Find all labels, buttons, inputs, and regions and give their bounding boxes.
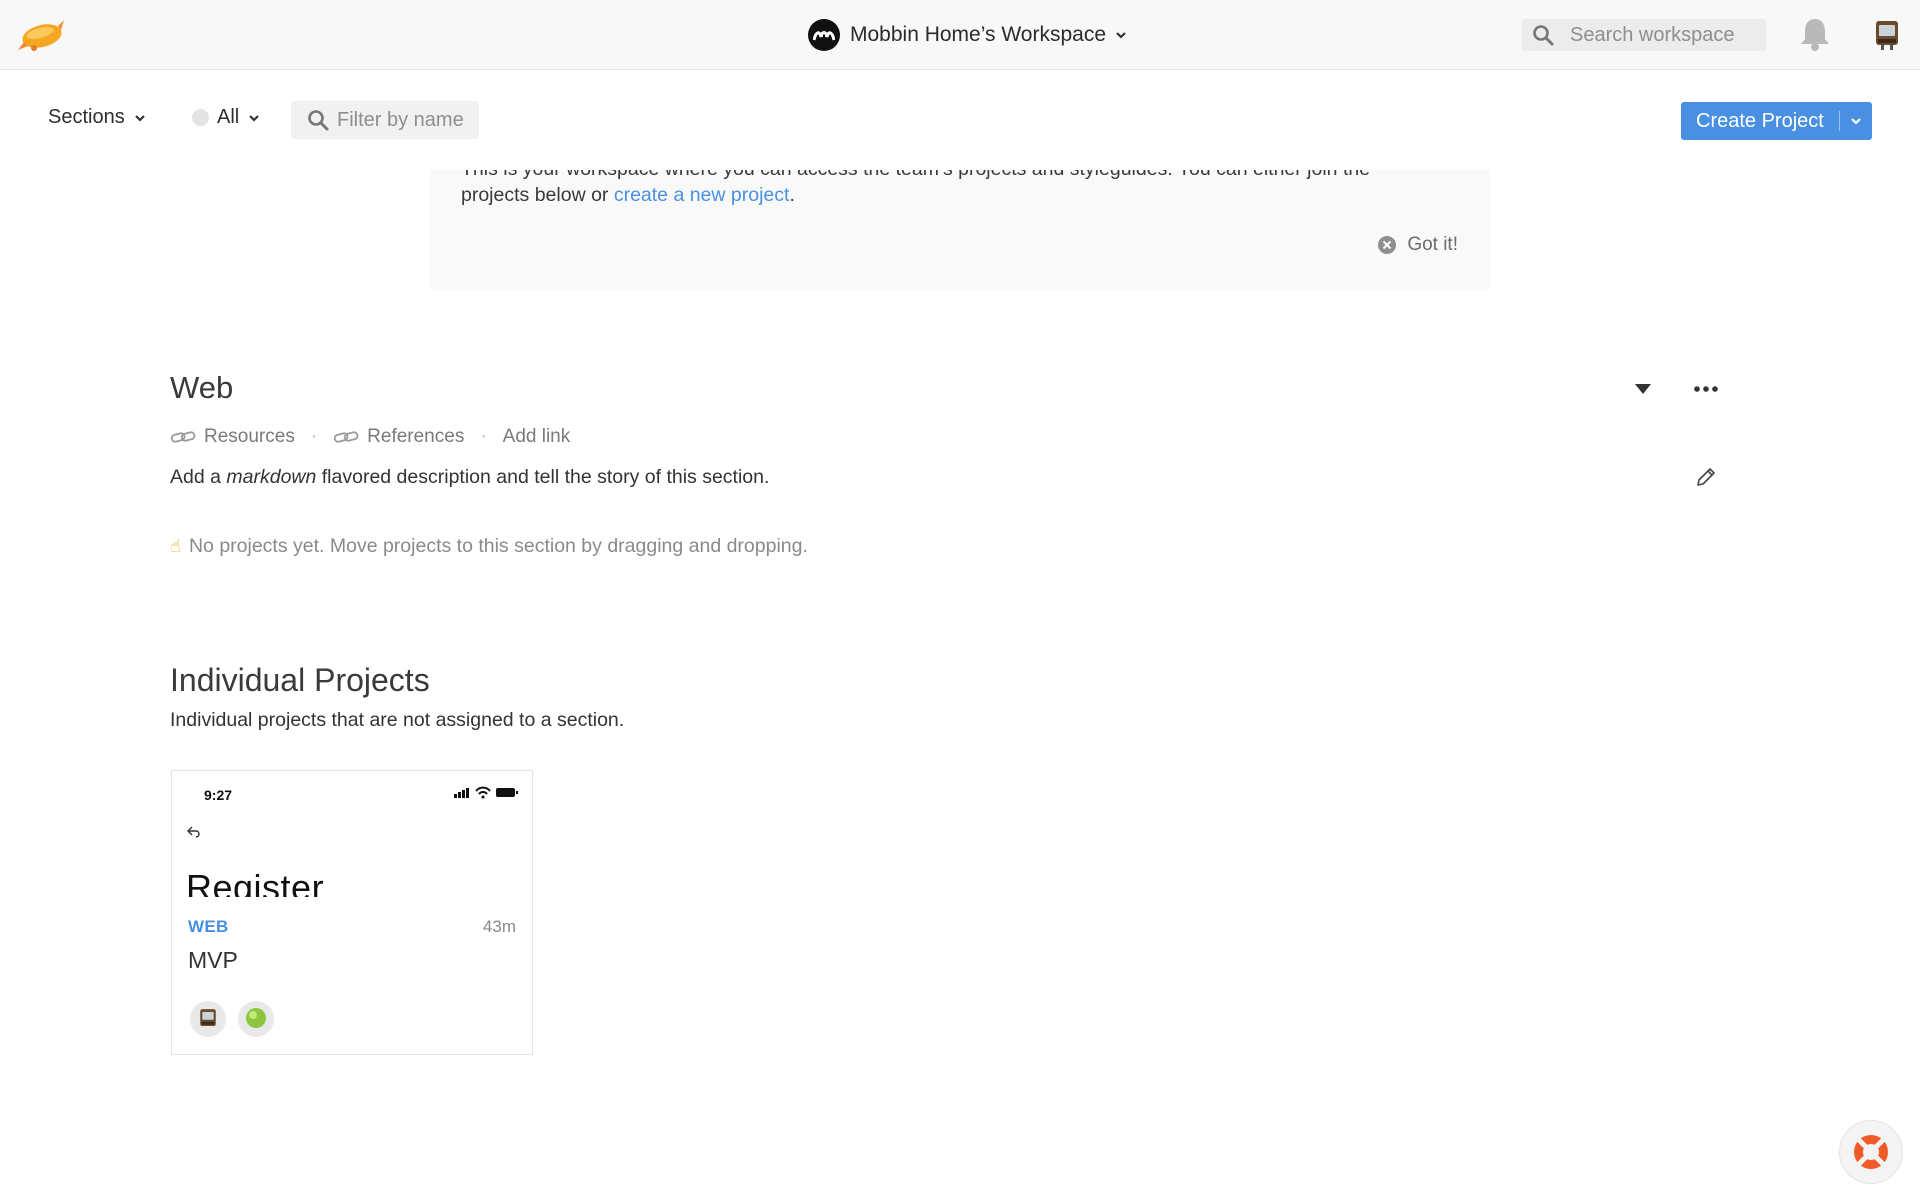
status-filter-label: All [217,106,240,128]
references-label: References [367,426,465,447]
member-avatar[interactable] [238,1001,274,1037]
desc-emphasis: markdown [226,466,317,488]
create-options-toggle[interactable] [1840,102,1872,140]
sections-label: Sections [48,106,125,128]
dismiss-banner-button[interactable]: Got it! [1377,234,1458,256]
desc-prefix: Add a [170,466,227,488]
help-button[interactable] [1839,1120,1903,1184]
top-bar: Mobbin Home’s Workspace [0,0,1920,70]
section-title-web[interactable]: Web [170,370,233,406]
user-avatar-icon[interactable] [1870,17,1904,53]
empty-note-text: No projects yet. Move projects to this s… [188,535,808,557]
desc-suffix: flavored description and tell the story … [316,466,770,488]
chevron-down-icon [134,114,145,122]
pencil-icon[interactable] [1694,465,1718,489]
individual-projects-description: Individual projects that are not assigne… [170,709,625,731]
member-avatar[interactable] [190,1001,226,1037]
thumbnail-time: 9:27 [204,787,233,803]
bell-icon[interactable] [1797,15,1833,53]
banner-line-2-suffix: . [789,184,795,206]
phone-status-icons [454,786,518,799]
link-icon [333,431,359,443]
search-input[interactable] [1570,23,1760,47]
project-platform-tag: WEB [188,917,229,936]
banner-line-2: projects below or create a new project. [461,182,1441,208]
empty-section-note: ☝ No projects yet. Move projects to this… [170,535,808,558]
banner-line-1: This is your workspace where you can acc… [461,170,1441,182]
zeplin-logo-icon[interactable] [14,14,66,56]
separator-dot: · [480,426,487,447]
more-icon[interactable] [1694,383,1718,395]
references-link[interactable]: References [333,426,464,448]
separator-dot: · [310,426,318,447]
create-project-label: Create Project [1696,109,1824,132]
project-members [190,1001,286,1037]
project-updated-time: 43m [482,917,516,936]
resources-label: Resources [204,426,295,447]
status-dot [192,109,209,126]
filter-input[interactable] [337,108,477,132]
pointing-hand-icon: ☝ [170,536,181,556]
workspace-avatar-icon [808,19,840,51]
status-filter-dropdown[interactable]: All [192,106,261,129]
create-project-button[interactable]: Create Project [1681,102,1872,140]
search-icon [1533,25,1554,46]
chevron-down-icon [1851,118,1861,125]
individual-projects-title: Individual Projects [170,662,430,698]
toolbar: Sections All Create Project [0,70,1920,170]
banner-text: This is your workspace where you can acc… [461,170,1441,208]
resources-link[interactable]: Resources [170,426,295,448]
workspace-search [1522,19,1766,51]
thumbnail-heading: Register [186,867,325,897]
lifebuoy-icon [1854,1135,1888,1169]
add-link-label: Add link [502,426,571,447]
add-link-button[interactable]: Add link [503,426,571,448]
caret-down-icon[interactable] [1634,382,1652,396]
workspace-name: Mobbin Home’s Workspace [850,23,1106,46]
workspace-switcher[interactable]: Mobbin Home’s Workspace [808,18,1128,52]
project-thumbnail: 9:27 Register [172,771,532,897]
create-new-project-link[interactable]: create a new project [614,184,790,206]
chevron-down-icon [1116,32,1126,39]
section-description[interactable]: Add a markdown flavored description and … [170,466,769,489]
search-icon [308,110,329,131]
section-links: Resources · References · Add link [170,426,570,448]
dismiss-label: Got it! [1407,234,1458,255]
project-card[interactable]: 9:27 Register WEB 43m MVP [171,770,533,1055]
filter-box [291,101,479,139]
back-arrow-icon [187,826,200,838]
banner-line-2-prefix: projects below or [461,184,614,206]
chevron-down-icon [249,114,260,122]
close-circle-icon [1378,236,1397,254]
green-ball-avatar-icon [246,1008,266,1028]
sections-dropdown[interactable]: Sections [48,106,147,129]
project-name: MVP [188,947,238,973]
link-icon [170,431,196,443]
welcome-banner: This is your workspace where you can acc… [430,170,1490,290]
user-avatar-icon [200,1009,216,1027]
